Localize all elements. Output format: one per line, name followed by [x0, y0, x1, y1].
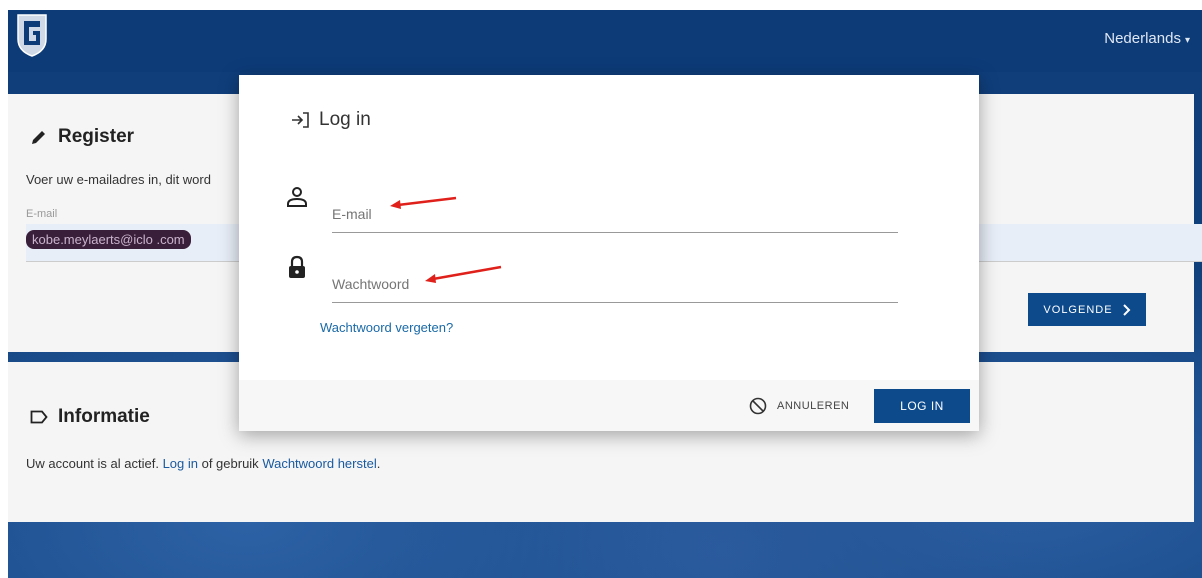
cancel-label: ANNULEREN	[777, 400, 850, 412]
login-button[interactable]: LOG IN	[874, 389, 970, 423]
annotation-arrow	[390, 196, 457, 209]
dialog-footer: ANNULEREN LOG IN	[239, 380, 979, 431]
login-dialog: Log in Wachtwoord vergeten? ANNULEREN LO…	[239, 75, 979, 431]
lock-icon	[289, 255, 305, 278]
dialog-title-text: Log in	[319, 109, 371, 130]
annotation-arrow	[425, 265, 502, 283]
cancel-button[interactable]: ANNULEREN	[749, 394, 849, 418]
forgot-password-link[interactable]: Wachtwoord vergeten?	[320, 320, 453, 335]
user-icon	[287, 187, 307, 207]
password-input[interactable]	[332, 265, 898, 303]
login-icon	[292, 112, 309, 128]
prohibited-icon	[749, 397, 767, 415]
dialog-title: Log in	[291, 109, 371, 131]
